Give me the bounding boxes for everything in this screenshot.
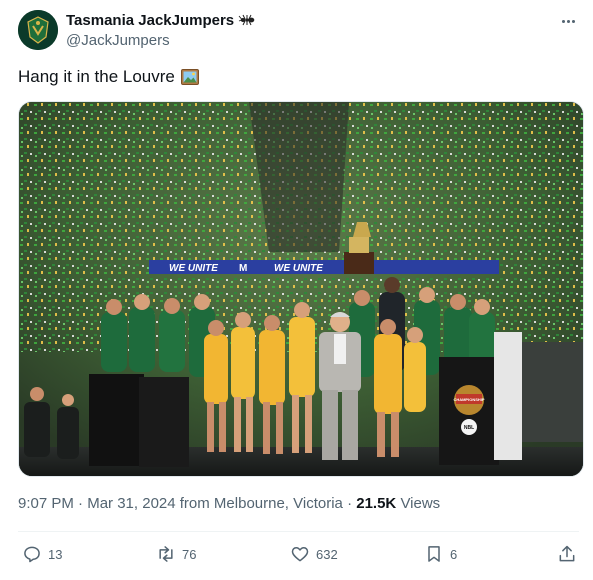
- reply-icon: [24, 546, 40, 563]
- jackjumpers-logo-icon: [18, 10, 58, 50]
- divider: [18, 531, 579, 532]
- repost-count: 76: [182, 546, 197, 562]
- banner-text: WE UNITE: [274, 263, 323, 274]
- like-count: 632: [316, 546, 338, 562]
- banner-text: WE UNITE: [169, 263, 218, 274]
- celebration-photo: WE UNITE M WE UNITE CHAMPIONSHIP NBL: [19, 102, 583, 476]
- repost-icon: [159, 546, 173, 562]
- handle[interactable]: @JackJumpers: [66, 31, 256, 51]
- avatar[interactable]: [18, 10, 58, 50]
- framed-picture-icon: [180, 69, 199, 85]
- like-button[interactable]: 632: [290, 540, 338, 568]
- tweet-meta: 9:07 PM · Mar 31, 2024 from Melbourne, V…: [18, 495, 440, 512]
- tweet-text-content: Hang it in the Louvre: [18, 67, 175, 86]
- dot-icon: [566, 19, 570, 23]
- podium-label: NBL: [464, 425, 474, 431]
- bookmark-button[interactable]: 6: [424, 540, 457, 568]
- tweet-photo[interactable]: WE UNITE M WE UNITE CHAMPIONSHIP NBL: [18, 101, 584, 477]
- share-icon: [559, 545, 575, 562]
- bookmark-icon: [428, 546, 440, 562]
- bookmark-count: 6: [450, 546, 458, 562]
- dot-icon: [571, 19, 575, 23]
- author-block: Tasmania JackJumpers @JackJumpers: [66, 10, 256, 51]
- meta-separator: ·: [78, 495, 88, 512]
- reply-button[interactable]: 13: [22, 540, 62, 568]
- more-options-button[interactable]: [557, 12, 579, 30]
- display-name[interactable]: Tasmania JackJumpers: [66, 12, 234, 29]
- dot-icon: [561, 19, 565, 23]
- tweet-date[interactable]: Mar 31, 2024: [87, 495, 180, 512]
- repost-button[interactable]: 76: [156, 540, 196, 568]
- tweet-time[interactable]: 9:07 PM: [18, 495, 78, 512]
- views-label: Views: [400, 495, 441, 512]
- reply-count: 13: [48, 546, 63, 562]
- action-bar: 13 76 632 6: [18, 540, 579, 568]
- tweet-card: Tasmania JackJumpers @JackJumpers Hang i…: [0, 0, 593, 580]
- ant-icon: [238, 11, 256, 29]
- share-button[interactable]: [557, 540, 577, 568]
- views-count[interactable]: 21.5K: [356, 495, 400, 512]
- heart-icon: [291, 547, 309, 562]
- tweet-location: from Melbourne, Victoria: [179, 495, 348, 512]
- meta-separator: ·: [347, 495, 357, 512]
- podium-sign: CHAMPIONSHIP: [453, 397, 484, 402]
- banner-letter: M: [239, 263, 247, 274]
- tweet-text: Hang it in the Louvre: [18, 66, 199, 88]
